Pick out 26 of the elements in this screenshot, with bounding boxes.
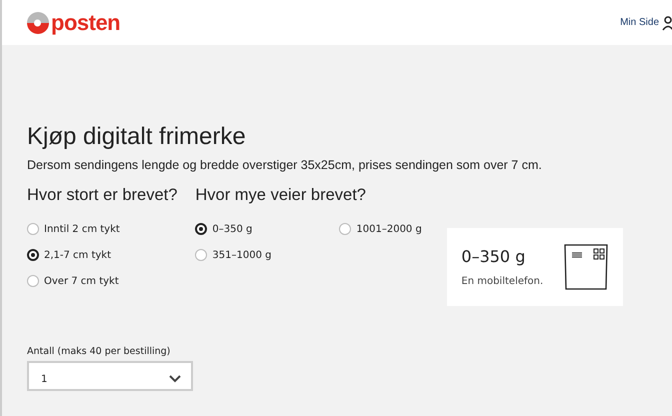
radio-button[interactable]: [27, 223, 39, 235]
weight-option[interactable]: 351–1000 g: [195, 249, 272, 261]
quantity-label: Antall (maks 40 per bestilling): [27, 346, 172, 357]
size-heading: Hvor stort er brevet?: [27, 186, 178, 205]
quantity-select[interactable]: 1: [27, 361, 193, 391]
weight-heading: Hvor mye veier brevet?: [195, 186, 367, 205]
user-icon[interactable]: [662, 14, 672, 30]
weight-value: 0–350 g: [461, 247, 526, 266]
chevron-down-icon: [169, 375, 181, 383]
radio-button[interactable]: [27, 275, 39, 287]
description-text: Dersom sendingens lengde og bredde overstiger 35x25cm, prises sendingen som over 7 cm.: [27, 157, 543, 174]
radio-button[interactable]: [195, 223, 208, 235]
weight-option[interactable]: 1001–2000 g: [339, 223, 422, 235]
radio-button[interactable]: [339, 223, 352, 235]
size-option[interactable]: 2,1-7 cm tykt: [27, 249, 112, 261]
weight-option[interactable]: 0–350 g: [195, 223, 252, 235]
envelope-drawing: [563, 243, 610, 291]
page-title: Kjøp digitalt frimerke: [27, 123, 247, 151]
size-option[interactable]: Over 7 cm tykt: [27, 275, 119, 287]
logo-icon: [26, 10, 50, 34]
logo-text[interactable]: posten: [51, 10, 120, 36]
size-option[interactable]: Inntil 2 cm tykt: [27, 223, 120, 235]
account-link[interactable]: Min Side: [620, 17, 659, 28]
radio-button[interactable]: [27, 249, 39, 261]
example-text: En mobiltelefon.: [461, 276, 544, 287]
radio-button[interactable]: [195, 249, 208, 261]
